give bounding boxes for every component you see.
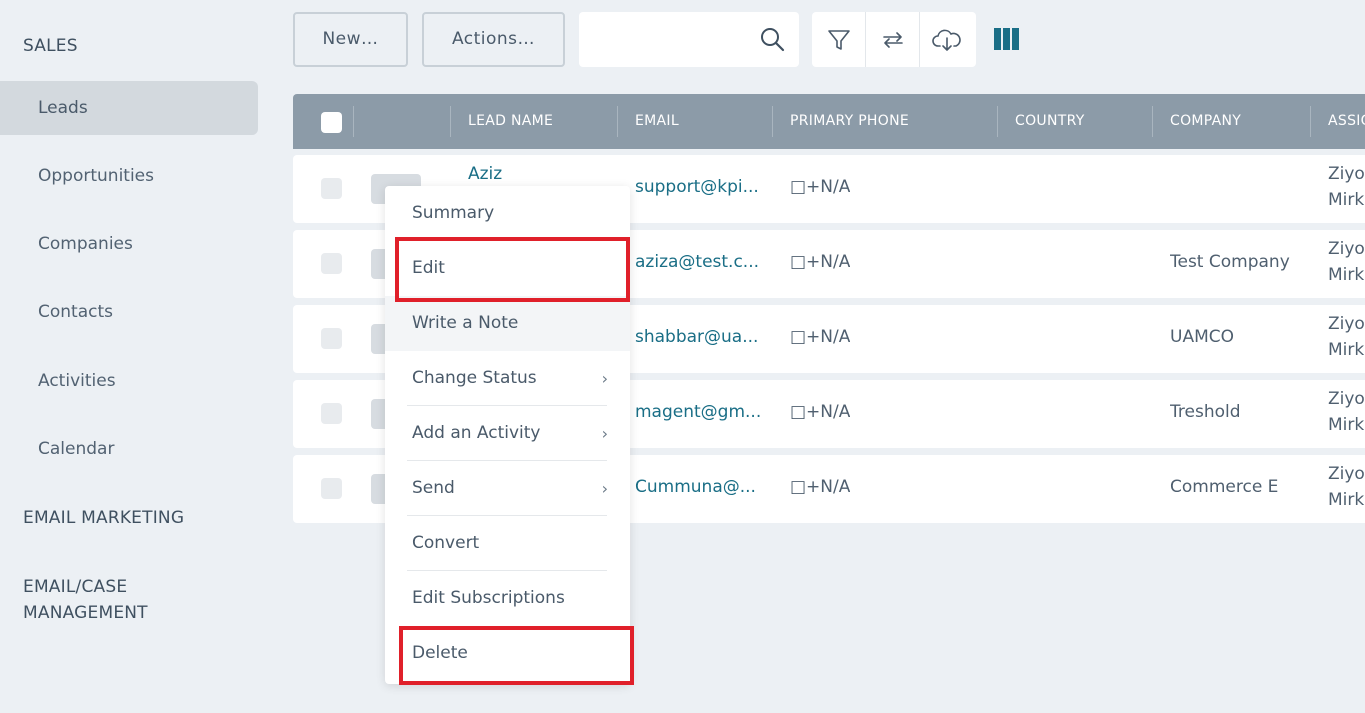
menu-item-edit-subscriptions[interactable]: Edit Subscriptions [385, 571, 630, 626]
assigned-cell-line2: Mirk [1328, 190, 1365, 210]
row-checkbox[interactable] [321, 403, 342, 424]
email-link[interactable]: magent@gm... [635, 402, 765, 422]
phone-cell: □+N/A [790, 477, 851, 497]
sidebar-item-calendar[interactable]: Calendar [0, 422, 258, 476]
chevron-right-icon: › [601, 424, 608, 443]
company-cell: Treshold [1170, 402, 1241, 422]
row-checkbox[interactable] [321, 328, 342, 349]
sidebar-item-opportunities[interactable]: Opportunities [0, 149, 258, 203]
column-header-email[interactable]: EMAIL [635, 94, 679, 149]
menu-item-send[interactable]: Send › [385, 461, 630, 516]
menu-item-summary[interactable]: Summary [385, 186, 630, 241]
sidebar-section-email-case-management[interactable]: EMAIL/CASE MANAGEMENT [23, 574, 148, 626]
phone-cell: □+N/A [790, 177, 851, 197]
columns-icon[interactable] [994, 28, 1019, 54]
row-checkbox[interactable] [321, 478, 342, 499]
sidebar-item-activities[interactable]: Activities [0, 354, 258, 408]
menu-item-change-status[interactable]: Change Status › [385, 351, 630, 406]
chevron-right-icon: › [601, 479, 608, 498]
assigned-cell-line1: Ziyo [1328, 314, 1365, 334]
sidebar-item-contacts[interactable]: Contacts [0, 285, 258, 339]
search-box [579, 12, 799, 67]
row-checkbox[interactable] [321, 253, 342, 274]
column-header-assigned[interactable]: ASSIG [1328, 94, 1365, 149]
assigned-cell-line2: Mirk [1328, 490, 1365, 510]
sidebar-section-label-line2: MANAGEMENT [23, 603, 148, 623]
row-checkbox[interactable] [321, 178, 342, 199]
menu-item-write-note[interactable]: Write a Note [385, 296, 630, 351]
menu-item-label: Edit [412, 258, 445, 278]
column-header-lead-name[interactable]: LEAD NAME [468, 94, 553, 149]
assigned-cell-line1: Ziyo [1328, 164, 1365, 184]
email-link[interactable]: support@kpi... [635, 177, 765, 197]
column-header-country[interactable]: COUNTRY [1015, 94, 1085, 149]
email-link[interactable]: Cummuna@... [635, 477, 765, 497]
column-divider [997, 106, 998, 137]
menu-item-add-activity[interactable]: Add an Activity › [385, 406, 630, 461]
column-header-company[interactable]: COMPANY [1170, 94, 1241, 149]
select-all-checkbox[interactable] [321, 112, 342, 133]
menu-item-label: Send [412, 478, 455, 498]
column-divider [353, 106, 354, 137]
search-input[interactable] [589, 24, 749, 54]
menu-item-label: Summary [412, 203, 495, 223]
menu-item-label: Edit Subscriptions [412, 588, 565, 608]
column-divider [772, 106, 773, 137]
menu-item-delete[interactable]: Delete [385, 626, 630, 681]
column-header-primary-phone[interactable]: PRIMARY PHONE [790, 94, 909, 149]
column-divider [450, 106, 451, 137]
phone-cell: □+N/A [790, 252, 851, 272]
new-button[interactable]: New… [293, 12, 408, 67]
filter-icon[interactable] [812, 12, 866, 67]
column-divider [1152, 106, 1153, 137]
column-divider [617, 106, 618, 137]
assigned-cell-line2: Mirk [1328, 265, 1365, 285]
menu-item-label: Change Status [412, 368, 537, 388]
sidebar: SALES Leads Opportunities Companies Cont… [0, 0, 270, 713]
toolbar-icon-group [812, 12, 976, 67]
sidebar-item-companies[interactable]: Companies [0, 217, 258, 271]
assigned-cell-line1: Ziyo [1328, 239, 1365, 259]
lead-name-link[interactable]: Aziz [468, 164, 502, 184]
menu-item-label: Convert [412, 533, 480, 553]
email-link[interactable]: aziza@test.c... [635, 252, 765, 272]
refresh-icon[interactable] [866, 12, 920, 67]
phone-cell: □+N/A [790, 327, 851, 347]
assigned-cell-line2: Mirk [1328, 415, 1365, 435]
actions-button[interactable]: Actions… [422, 12, 565, 67]
sidebar-section-email-marketing[interactable]: EMAIL MARKETING [23, 505, 184, 531]
company-cell: Test Company [1170, 252, 1290, 272]
menu-item-label: Delete [412, 643, 468, 663]
menu-item-label: Write a Note [412, 313, 519, 333]
menu-item-label: Add an Activity [412, 423, 541, 443]
sidebar-section-sales[interactable]: SALES [23, 33, 78, 59]
download-icon[interactable] [920, 12, 974, 67]
chevron-right-icon: › [601, 369, 608, 388]
menu-item-edit[interactable]: Edit [385, 241, 630, 296]
menu-item-convert[interactable]: Convert [385, 516, 630, 571]
assigned-cell-line1: Ziyo [1328, 464, 1365, 484]
column-divider [1310, 106, 1311, 137]
company-cell: UAMCO [1170, 327, 1234, 347]
search-icon[interactable] [759, 26, 785, 56]
sidebar-section-label-line1: EMAIL/CASE [23, 577, 128, 597]
sidebar-item-leads[interactable]: Leads [0, 81, 258, 135]
assigned-cell-line2: Mirk [1328, 340, 1365, 360]
table-header: LEAD NAME EMAIL PRIMARY PHONE COUNTRY CO… [293, 94, 1365, 149]
email-link[interactable]: shabbar@ua... [635, 327, 765, 347]
assigned-cell-line1: Ziyo [1328, 389, 1365, 409]
row-context-menu: Summary Edit Write a Note Change Status ›… [385, 186, 630, 684]
phone-cell: □+N/A [790, 402, 851, 422]
company-cell: Commerce E [1170, 477, 1279, 497]
